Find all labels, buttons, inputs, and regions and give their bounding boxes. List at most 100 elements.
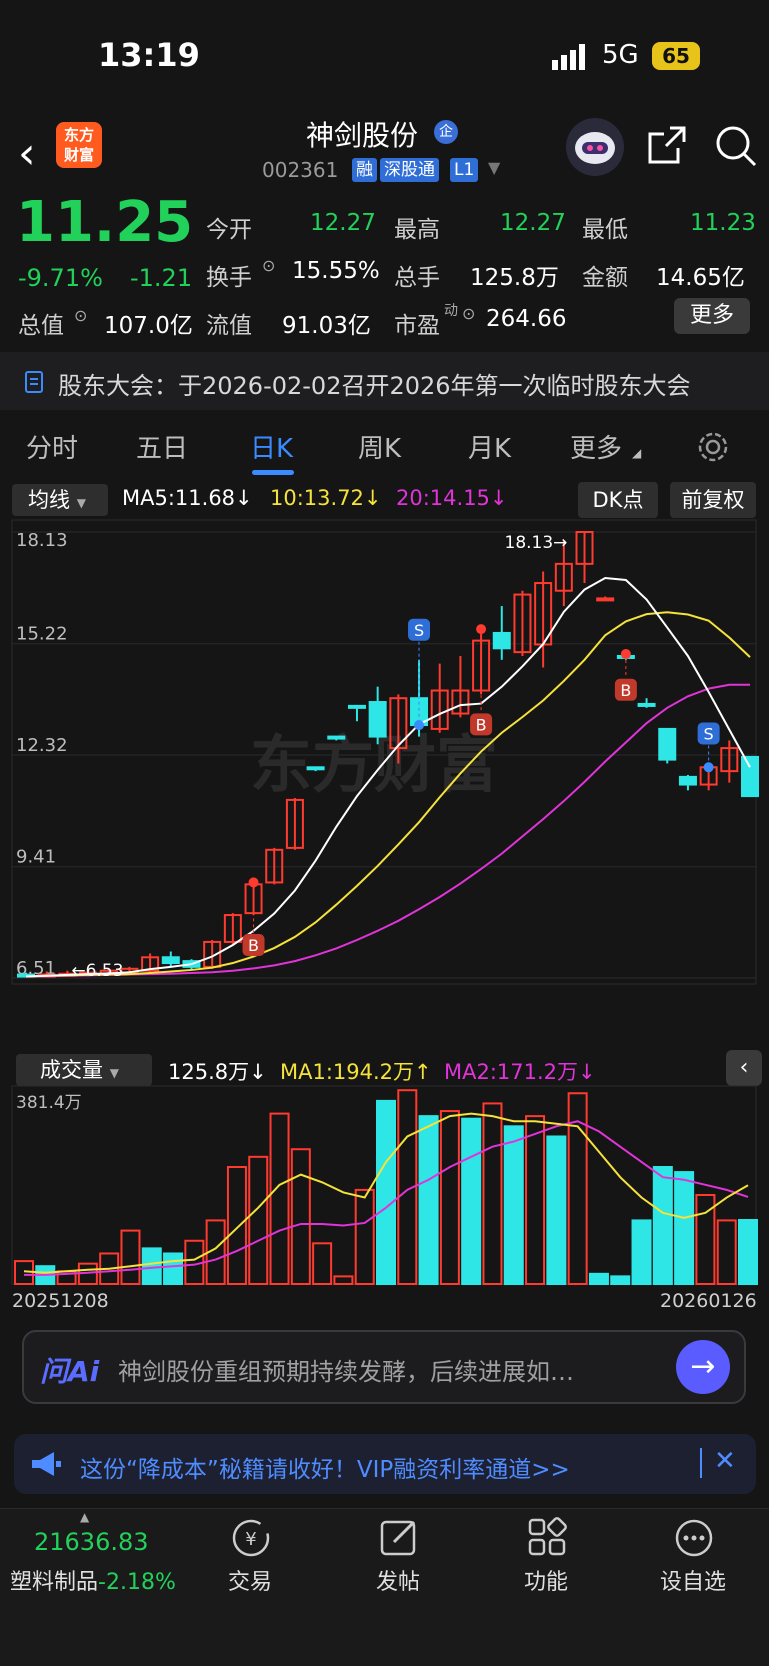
more-button[interactable]: 更多 <box>674 298 750 334</box>
tab-monthly-k[interactable]: 月K <box>468 428 511 465</box>
tag-connect: 深股通 <box>380 158 439 182</box>
volume-bar <box>525 1115 546 1285</box>
ad-divider <box>700 1448 702 1478</box>
trade-label[interactable]: 交易 <box>228 1564 272 1596</box>
volume-bar <box>503 1125 524 1285</box>
trade-icon[interactable]: ¥ <box>228 1516 274 1560</box>
search-icon[interactable] <box>714 124 758 168</box>
tag-margin: 融 <box>352 158 377 182</box>
last-price: 11.25 <box>16 190 194 255</box>
sector-index-value[interactable]: 21636.83 <box>34 1528 149 1556</box>
tab-daily-k[interactable]: 日K <box>250 428 293 465</box>
stock-code: 002361 <box>262 158 339 182</box>
adjust-button[interactable]: 前复权 <box>670 482 756 518</box>
tag-level: L1 <box>450 158 479 182</box>
high-label: 最高 <box>394 217 440 243</box>
volume-bar <box>163 1252 184 1286</box>
pct-change: -9.71% <box>18 264 103 292</box>
info-icon[interactable]: ⊙ <box>462 304 475 323</box>
battery-icon: 65 <box>652 42 700 70</box>
candle-body <box>327 735 346 740</box>
pe-type-label: 动 <box>444 303 458 319</box>
collapse-button[interactable]: ‹ <box>726 1050 762 1086</box>
volume-label: 总手 <box>394 265 440 291</box>
close-icon[interactable]: ✕ <box>714 1446 736 1476</box>
signal-dot <box>620 649 631 660</box>
volume-readout: 125.8万↓ <box>168 1060 267 1084</box>
info-icon[interactable]: ⊙ <box>74 306 87 325</box>
back-icon[interactable]: ‹ <box>18 128 36 179</box>
buy-signal-label: B <box>620 681 631 700</box>
dropdown-triangle-icon: ◢ <box>632 446 642 460</box>
signal-dot <box>248 877 259 888</box>
volume-bar <box>631 1219 652 1285</box>
turnover-value: 15.55% <box>292 258 380 284</box>
candle-body <box>492 631 511 650</box>
volume-bar <box>652 1166 673 1285</box>
candle-body <box>741 755 759 798</box>
signal-dot <box>476 624 487 635</box>
info-icon[interactable]: ⊙ <box>262 256 275 275</box>
ma10-readout: 10:13.72↓ <box>270 486 382 510</box>
candle-body <box>161 956 180 965</box>
robot-avatar-icon[interactable] <box>566 118 624 176</box>
float-value: 91.03亿 <box>282 313 371 339</box>
active-tab-underline <box>252 470 294 475</box>
start-date-label: 20251208 <box>12 1290 109 1312</box>
caret-up-icon: ▲ <box>80 1510 90 1524</box>
low-marker: ←6.53 <box>71 961 123 981</box>
tab-weekly-k[interactable]: 周K <box>358 428 401 465</box>
volume-chart[interactable]: 381.4万 <box>0 1084 769 1290</box>
low-value: 11.23 <box>690 210 756 236</box>
low-label: 最低 <box>582 217 628 243</box>
total-value: 107.0亿 <box>104 313 193 339</box>
candle-body <box>596 597 615 602</box>
kline-chart[interactable]: 18.1315.2212.329.416.51东方财富18.13→←6.53SB… <box>0 518 769 1048</box>
volume-select[interactable]: 成交量 ▼ <box>16 1054 152 1086</box>
vol-ma2-readout: MA2:171.2万↓ <box>444 1060 596 1084</box>
function-label[interactable]: 功能 <box>524 1564 568 1596</box>
volume-bar <box>439 1110 460 1285</box>
watermark: 东方财富 <box>250 728 498 801</box>
svg-text:¥: ¥ <box>245 1529 256 1550</box>
post-label[interactable]: 发帖 <box>376 1564 420 1596</box>
sector-index[interactable]: 塑料制品-2.18% <box>10 1564 176 1596</box>
candle-body <box>637 702 656 707</box>
high-marker: 18.13→ <box>505 533 568 553</box>
candle-body <box>306 766 325 771</box>
tab-intraday[interactable]: 分时 <box>26 428 78 465</box>
volume-bar <box>141 1247 162 1285</box>
grid-icon[interactable] <box>526 1516 570 1560</box>
volume-max-label: 381.4万 <box>16 1093 82 1113</box>
edit-icon[interactable] <box>378 1516 422 1560</box>
float-value-label: 流值 <box>206 313 252 339</box>
candle-body <box>347 704 366 709</box>
ma20-readout: 20:14.15↓ <box>396 486 508 510</box>
y-tick-label: 12.32 <box>16 735 68 756</box>
tab-five-day[interactable]: 五日 <box>136 428 188 465</box>
volume-bar <box>588 1272 609 1285</box>
document-icon <box>25 371 43 393</box>
ma-select[interactable]: 均线 ▼ <box>12 484 108 516</box>
notice-text[interactable]: 股东大会：于2026-02-02召开2026年第一次临时股东大会 <box>58 366 691 401</box>
status-time: 13:19 <box>98 36 200 74</box>
ad-text[interactable]: 这份“降成本”秘籍请收好！VIP融资利率通道>> <box>80 1450 570 1484</box>
gear-icon[interactable] <box>696 430 730 464</box>
volume-bar <box>738 1219 758 1285</box>
volume-bar <box>418 1115 439 1285</box>
volume-bar <box>461 1117 482 1286</box>
share-icon[interactable] <box>646 124 688 166</box>
ma5-readout: MA5:11.68↓ <box>122 486 253 510</box>
turnover-label: 换手 <box>206 265 252 291</box>
signal-dot <box>414 720 425 731</box>
volume-bar <box>546 1135 567 1285</box>
tab-more[interactable]: 更多 <box>570 428 622 465</box>
dk-point-button[interactable]: DK点 <box>578 482 658 518</box>
ai-question-text[interactable]: 神剑股份重组预期持续发酵，后续进展如… <box>118 1352 574 1387</box>
chevron-down-icon[interactable]: ▼ <box>488 158 500 177</box>
volume-bar <box>269 1112 290 1285</box>
arrow-right-icon[interactable]: → <box>676 1340 730 1394</box>
more-dots-icon[interactable] <box>672 1516 716 1560</box>
add-watchlist-label[interactable]: 设自选 <box>660 1564 726 1596</box>
y-tick-label: 15.22 <box>16 624 68 645</box>
